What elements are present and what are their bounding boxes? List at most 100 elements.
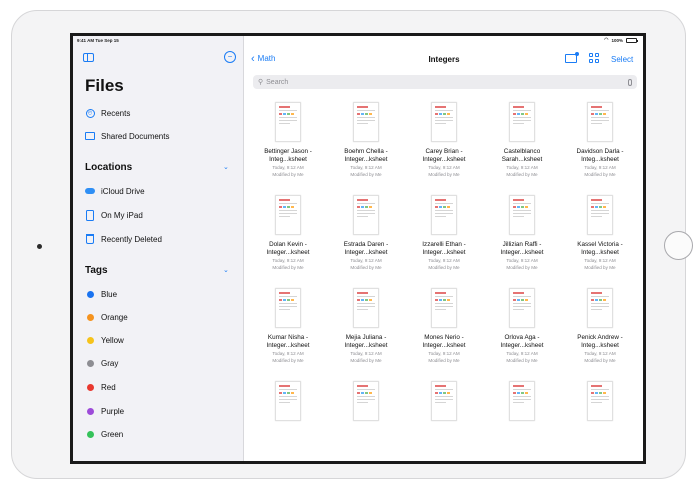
file-item[interactable] [405,381,483,427]
grid-view-icon[interactable] [589,53,599,63]
tag-dot-icon [86,313,94,321]
sidebar-item-label: Purple [101,406,125,416]
front-camera [37,244,42,249]
file-name: Kumar Nisha - Integer...ksheet [266,334,310,349]
file-item[interactable]: Boehm Chella - Integer...ksheet Today, 9:… [327,102,405,178]
file-thumbnail[interactable] [353,195,379,235]
file-thumbnail[interactable] [275,102,301,142]
tag-dot-icon [86,407,94,415]
file-modified-by: Modified by Me [584,358,616,363]
more-options-icon[interactable]: − [224,51,236,63]
icloud-icon [85,188,95,194]
file-modified-by: Modified by Me [272,265,304,270]
sidebar-item-tag-yellow[interactable]: Yellow [85,334,124,346]
sidebar-item-label: Orange [101,312,128,322]
file-item[interactable]: Davidson Darla - Integ...ksheet Today, 9:… [561,102,639,178]
tags-header[interactable]: Tags [85,265,108,276]
file-modified-by: Modified by Me [428,172,460,177]
file-item[interactable]: Mejia Juliana - Integer...ksheet Today, 9… [327,288,405,364]
sidebar-item-tag-red[interactable]: Red [85,381,116,393]
file-item[interactable]: Jillizian Raffi - Integer...ksheet Today,… [483,195,561,271]
sidebar-item-tag-gray[interactable]: Gray [85,357,118,369]
file-name: Mones Nerio - Integer...ksheet [422,334,466,349]
file-grid: Bettinger Jason - Integ...ksheet Today, 9… [249,102,639,427]
file-item[interactable]: Izzarelli Ethan - Integer...ksheet Today,… [405,195,483,271]
file-item[interactable] [249,381,327,427]
file-item[interactable]: Dolan Kevin - Integer...ksheet Today, 9:1… [249,195,327,271]
sidebar-title: Files [85,76,124,95]
file-item[interactable]: Kumar Nisha - Integer...ksheet Today, 9:1… [249,288,327,364]
file-thumbnail[interactable] [353,381,379,421]
sidebar-item-label: Blue [101,289,118,299]
file-item[interactable]: Bettinger Jason - Integ...ksheet Today, 9… [249,102,327,178]
chevron-down-icon[interactable]: ⌄ [223,266,229,274]
file-thumbnail[interactable] [587,102,613,142]
sidebar-item-shared-documents[interactable]: Shared Documents [85,130,169,142]
file-name: Izzarelli Ethan - Integer...ksheet [422,241,466,256]
sidebar-item-tag-green[interactable]: Green [85,428,123,440]
file-thumbnail[interactable] [275,195,301,235]
tag-dot-icon [86,290,94,298]
file-item[interactable]: Penick Andrew - Integ...ksheet Today, 9:1… [561,288,639,364]
file-date: Today, 9:12 AM [350,351,382,356]
file-name: Castelblanco Sarah...ksheet [501,148,543,163]
sidebar-item-recents[interactable]: ◴ Recents [85,107,130,119]
sidebar-item-icloud-drive[interactable]: iCloud Drive [85,185,145,197]
file-thumbnail[interactable] [587,195,613,235]
file-date: Today, 9:12 AM [428,258,460,263]
file-thumbnail[interactable] [431,288,457,328]
sidebar-item-tag-orange[interactable]: Orange [85,311,128,323]
sidebar-item-label: iCloud Drive [101,186,145,196]
file-date: Today, 9:12 AM [506,165,538,170]
file-thumbnail[interactable] [509,195,535,235]
file-modified-by: Modified by Me [272,172,304,177]
file-modified-by: Modified by Me [584,172,616,177]
file-thumbnail[interactable] [353,288,379,328]
file-item[interactable]: Estrada Daren - Integer...ksheet Today, 9… [327,195,405,271]
status-time-date: 9:41 AM Tue Sep 15 [77,38,119,43]
sidebar-item-tag-blue[interactable]: Blue [85,288,117,300]
file-thumbnail[interactable] [431,195,457,235]
file-thumbnail[interactable] [509,288,535,328]
new-folder-icon[interactable] [565,52,579,63]
file-thumbnail[interactable] [509,102,535,142]
sidebar-item-on-my-ipad[interactable]: On My iPad [85,209,143,221]
file-item[interactable]: Kassel Victoria - Integ...ksheet Today, 9… [561,195,639,271]
file-item[interactable] [561,381,639,427]
file-thumbnail[interactable] [431,381,457,421]
sidebar-item-recently-deleted[interactable]: Recently Deleted [85,233,162,245]
file-item[interactable]: Mones Nerio - Integer...ksheet Today, 9:1… [405,288,483,364]
file-thumbnail[interactable] [509,381,535,421]
ipad-screen: 9:41 AM Tue Sep 15 − Files ◴ Recents Sha… [70,33,646,464]
file-modified-by: Modified by Me [428,358,460,363]
chevron-down-icon[interactable]: ⌄ [223,163,229,171]
file-thumbnail[interactable] [431,102,457,142]
file-name: Bettinger Jason - Integ...ksheet [264,148,312,163]
file-date: Today, 9:12 AM [506,258,538,263]
battery-percent: 100% [611,37,623,43]
file-item[interactable] [483,381,561,427]
folder-title: Integers [428,55,460,64]
file-item[interactable]: Castelblanco Sarah...ksheet Today, 9:12 A… [483,102,561,178]
file-item[interactable]: Carey Brian - Integer...ksheet Today, 9:1… [405,102,483,178]
home-button[interactable] [664,231,693,260]
file-date: Today, 9:12 AM [350,258,382,263]
microphone-icon[interactable] [628,78,632,86]
file-thumbnail[interactable] [587,381,613,421]
sidebar-item-tag-purple[interactable]: Purple [85,405,124,417]
tag-dot-icon [86,383,94,391]
file-item[interactable] [327,381,405,427]
file-thumbnail[interactable] [275,381,301,421]
file-item[interactable]: Orlova Aga - Integer...ksheet Today, 9:12… [483,288,561,364]
file-thumbnail[interactable] [275,288,301,328]
shared-folder-icon [85,132,95,140]
sidebar-item-label: Red [101,382,116,392]
file-date: Today, 9:12 AM [350,165,382,170]
sidebar-toggle-icon[interactable] [83,53,94,62]
file-thumbnail[interactable] [587,288,613,328]
search-input[interactable]: ⚲ Search [253,75,637,89]
sidebar-item-label: Gray [101,358,119,368]
file-thumbnail[interactable] [353,102,379,142]
select-button[interactable]: Select [611,55,633,64]
locations-header[interactable]: Locations [85,162,132,173]
